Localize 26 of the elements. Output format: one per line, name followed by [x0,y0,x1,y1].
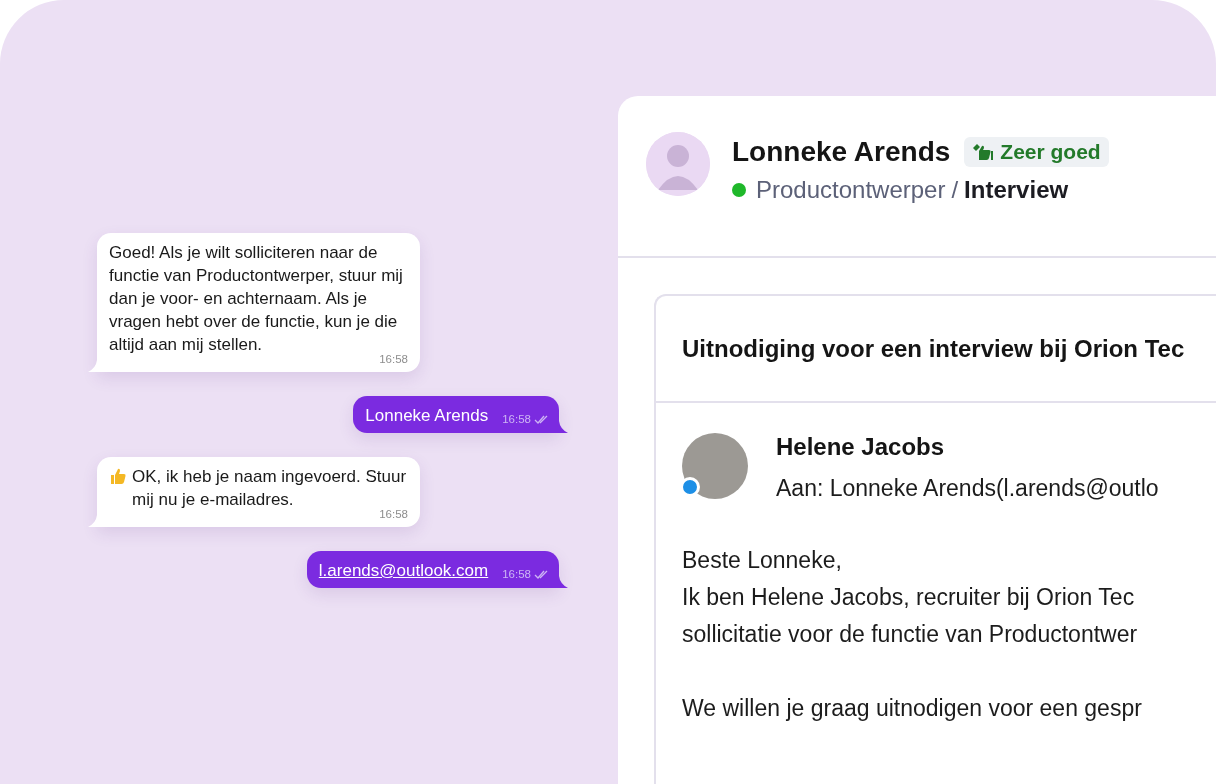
email-text: sollicitatie voor de functie van Productontwer [682,620,1139,649]
thumbs-up-icon [109,467,127,485]
message-text: OK, ik heb je naam ingevoerd. Stuur mij nu je e-mailadres. [132,466,408,510]
email-text: Beste Lonneke, [682,546,843,575]
message-time: 16:58 [379,507,408,521]
rating-badge: Zeer goed [964,137,1109,167]
message-text: Goed! Als je wilt solliciteren naar de functie van Productontwerper, stuur mij dan je voor- en achternaam. Als je vragen hebt over de functie, kun je die altijd aan mij stellen. [109,242,404,355]
status-dot [732,183,746,197]
thumbs-up-icon [972,142,995,162]
message-time: 16:58 [379,352,408,366]
avatar-silhouette [646,132,710,196]
message-text: Lonneke Arends [365,405,489,427]
email-link[interactable]: l.arends@outlook.com [318,559,489,582]
recipient: Aan: Lonneke Arends(l.arends@outlo [776,475,1159,502]
separator: / [951,176,959,204]
email-subject: Uitnodiging voor een interview bij Orion Tec [682,334,1185,363]
double-check-icon [534,569,549,579]
email-text: We willen je graag uitnodigen voor een gespr [682,694,1143,723]
sender-name: Helene Jacobs [776,433,946,461]
stage-label: Interview [964,176,1069,204]
message-time: 16:58 [502,412,531,426]
message-time: 16:58 [502,567,531,581]
double-check-icon [534,414,549,424]
job-title: Productontwerper [756,176,946,204]
email-text: Ik ben Helene Jacobs, recruiter bij Orion Tec [682,583,1136,612]
candidate-name: Lonneke Arends [732,136,951,168]
